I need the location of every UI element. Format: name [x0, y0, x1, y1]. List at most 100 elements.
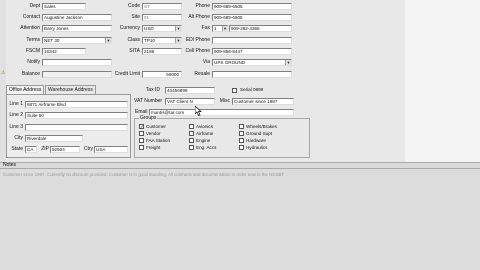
currency-value: USD [144, 26, 154, 31]
group-hardware-label: Hardware [246, 138, 266, 143]
chevron-down-icon[interactable]: ▼ [175, 26, 181, 31]
sita-label: SITA [129, 48, 140, 54]
state-field[interactable]: CA [25, 146, 37, 153]
misc-label: Misc [219, 98, 230, 104]
chevron-down-icon[interactable]: ▼ [285, 60, 291, 65]
fscm-label: FSCM [25, 48, 40, 54]
city-field[interactable]: Riverdale [25, 135, 83, 142]
group-wheels-brakes-checkbox[interactable] [239, 124, 244, 129]
ctry-label: Ctry [83, 146, 93, 152]
state-label: State [11, 146, 23, 152]
mouse-pointer-icon [195, 106, 202, 116]
via-label: Via [202, 59, 210, 65]
misc-field[interactable]: Customer since 1987 [232, 98, 294, 105]
fax-label: Fax [201, 25, 210, 31]
resale-label: Resale [194, 71, 210, 77]
terms-select[interactable]: NET 30 ▼ [42, 37, 112, 44]
credit-limit-label: Credit Limit [114, 71, 140, 77]
line3-label: Line 3 [9, 124, 23, 130]
sita-field[interactable]: 2188 [142, 48, 182, 55]
group-vendor-checkbox[interactable] [139, 131, 144, 136]
class-value: TP10 [144, 38, 155, 43]
vat-field[interactable]: VAT Client N [165, 98, 215, 105]
line3-field[interactable] [25, 124, 128, 131]
attention-field[interactable]: Barry Jones [42, 25, 112, 32]
right-blank-area [405, 0, 480, 162]
taxid-label: Tax ID [145, 87, 160, 93]
line2-field[interactable]: Suite 50 [25, 112, 128, 119]
dept-field[interactable]: Sales [42, 3, 86, 10]
group-hydraulics-label: Hydraulics [246, 145, 268, 150]
group-avionics-label: Avionics [196, 124, 214, 129]
taxid-field[interactable]: 43456899 [165, 87, 215, 94]
currency-select[interactable]: USD ▼ [142, 25, 182, 32]
group-airframe-label: Airframe [196, 131, 214, 136]
edi-phone-label: EDI Phone [185, 37, 210, 43]
zip-field[interactable]: 92504 [50, 146, 80, 153]
via-select[interactable]: UPS GROUND ▼ [212, 59, 292, 66]
group-customer-checkbox[interactable]: ✓ [139, 124, 144, 129]
resale-field[interactable] [212, 71, 292, 78]
group-wheels-brakes-label: Wheels/Brakes [246, 124, 277, 129]
contact-field[interactable]: Augustine Jackson [42, 14, 112, 21]
phone-field[interactable]: 909-689-6505 [212, 3, 292, 10]
contact-label: Contact [22, 14, 40, 20]
notes-text: Customer since 1987. Currently no discou… [3, 172, 285, 177]
groups-legend: Groups [139, 115, 158, 121]
phone-label: Phone [195, 3, 210, 9]
currency-label: Currency [119, 25, 140, 31]
serial-checkbox[interactable] [232, 88, 237, 93]
balance-field [42, 71, 112, 78]
dept-label: Dept [29, 3, 40, 9]
group-faa-station-label: FAA Station [146, 138, 171, 143]
group-customer-label: Customer [146, 124, 166, 129]
email-field[interactable]: mantis@tar.com [149, 109, 294, 116]
alt-phone-field[interactable]: 909-689-6505 [212, 14, 292, 21]
chevron-down-icon[interactable]: ▼ [222, 26, 227, 31]
group-ground-supt-label: Ground Supt [246, 131, 273, 136]
fscm-field[interactable]: 16342 [42, 48, 86, 55]
group-airframe-checkbox[interactable] [189, 131, 194, 136]
via-value: UPS GROUND [214, 60, 246, 65]
cell-phone-label: Cell Phone [185, 48, 210, 54]
fax-code-value: 1 [214, 26, 217, 31]
cell-phone-field[interactable]: 909-856-8447 [212, 48, 292, 55]
serial-label: Serial 0999 [240, 87, 264, 92]
attention-label: Attention [20, 25, 40, 31]
zip-label: ZIP [41, 146, 49, 152]
group-hardware-checkbox[interactable] [239, 138, 244, 143]
fax-code-select[interactable]: 1 ▼ [212, 25, 228, 32]
group-eng-accs-label: Eng. Accs [196, 145, 217, 150]
group-hydraulics-checkbox[interactable] [239, 145, 244, 150]
notify-field[interactable] [42, 59, 112, 66]
city-label: City [14, 135, 23, 141]
group-freight-label: Freight [146, 145, 161, 150]
site-field[interactable]: 01 [142, 14, 182, 21]
code-field[interactable]: ST [142, 3, 182, 10]
tab-warehouse-address[interactable]: Warehouse Address [45, 85, 96, 94]
credit-limit-field[interactable]: 50000 [142, 71, 182, 78]
class-select[interactable]: TP10 ▼ [142, 37, 182, 44]
edi-phone-field[interactable] [212, 37, 292, 44]
ctry-field[interactable]: USA [94, 146, 128, 153]
chevron-down-icon[interactable]: ▼ [175, 38, 181, 43]
group-avionics-checkbox[interactable] [189, 124, 194, 129]
fax-field[interactable]: 909-262-4356 [229, 25, 292, 32]
line1-label: Line 1 [9, 101, 23, 107]
group-faa-station-checkbox[interactable] [139, 138, 144, 143]
balance-label: Balance [21, 71, 40, 77]
chevron-down-icon[interactable]: ▼ [105, 38, 111, 43]
line2-label: Line 2 [9, 112, 23, 118]
group-engine-checkbox[interactable] [189, 138, 194, 143]
alt-phone-label: Alt Phone [188, 14, 210, 20]
line1-field[interactable]: 6871 Airframe Blvd [25, 101, 128, 108]
site-label: Site [131, 14, 140, 20]
notes-textarea[interactable] [0, 169, 480, 270]
group-ground-supt-checkbox[interactable] [239, 131, 244, 136]
notes-label: Notes [3, 162, 17, 168]
group-engine-label: Engine [196, 138, 211, 143]
group-freight-checkbox[interactable] [139, 145, 144, 150]
group-eng-accs-checkbox[interactable] [189, 145, 194, 150]
terms-label: Terms [26, 37, 40, 43]
group-vendor-label: Vendor [146, 131, 161, 136]
